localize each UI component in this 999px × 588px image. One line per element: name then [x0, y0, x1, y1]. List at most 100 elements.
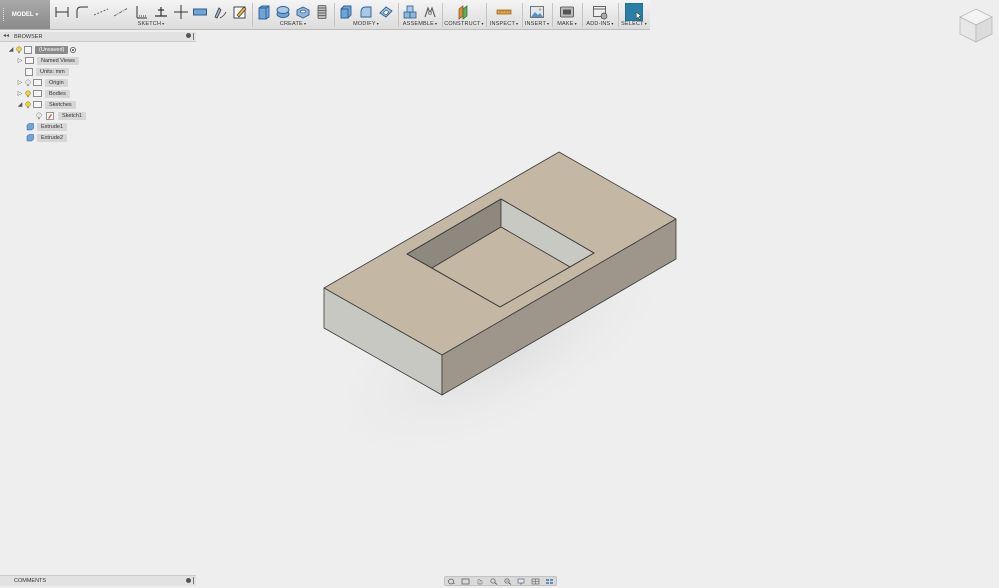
toolbar-separator [442, 3, 443, 27]
tree-item-label[interactable]: Units: mm [36, 67, 69, 76]
thread-icon[interactable] [314, 4, 330, 20]
arc-icon[interactable] [74, 4, 90, 20]
modify-menu[interactable]: MODIFY▾ [336, 21, 396, 27]
tree-item-label[interactable]: Sketches [45, 100, 76, 109]
folder-icon [33, 79, 42, 86]
tree-item-label[interactable]: Extrude2 [37, 133, 68, 142]
joint-icon[interactable] [422, 4, 438, 20]
extrude-feature-icon [26, 133, 34, 141]
timeline-extrude2[interactable]: Extrude2 [26, 133, 68, 142]
inspect-menu[interactable]: INSPECT▾ [488, 21, 520, 27]
sketch-text-icon[interactable] [212, 4, 228, 20]
tree-item-label[interactable]: Named Views [37, 56, 79, 65]
tree-item-sketches[interactable]: ◢ Sketches [16, 100, 76, 109]
construct-menu[interactable]: CONSTRUCT▾ [444, 21, 484, 27]
tree-item-sketch1[interactable]: Sketch1 [35, 111, 86, 120]
viewcube[interactable] [956, 5, 996, 45]
tree-item-label[interactable]: Sketch1 [58, 111, 86, 120]
select-icon[interactable] [625, 3, 643, 21]
fillet-icon[interactable] [358, 4, 374, 20]
centerline-icon[interactable] [113, 4, 129, 20]
assemble-group: ASSEMBLE▾ [400, 0, 440, 29]
insert-menu[interactable]: INSERT▾ [524, 21, 550, 27]
select-menu[interactable]: SELECT▾ [620, 21, 648, 27]
tree-item-label[interactable]: Extrude1 [37, 122, 68, 131]
navigation-bar [444, 576, 557, 586]
expand-triangle-icon[interactable]: ◢ [7, 46, 15, 53]
folder-icon [33, 101, 42, 108]
browser-title: BROWSER [14, 33, 43, 40]
expand-triangle-icon[interactable]: ▷ [16, 57, 24, 64]
offset-plane-icon[interactable] [456, 4, 472, 20]
line-icon[interactable] [54, 4, 70, 20]
press-pull-icon[interactable] [338, 4, 354, 20]
make-menu[interactable]: MAKE▾ [554, 21, 580, 27]
finish-sketch-icon[interactable] [232, 4, 248, 20]
root-label[interactable]: (Unsaved) [35, 45, 69, 54]
pin-icon[interactable] [186, 33, 191, 38]
look-at-icon[interactable] [461, 578, 470, 585]
lightbulb-icon[interactable] [24, 101, 32, 109]
comments-panel[interactable]: COMMENTS [0, 575, 196, 586]
zoom-icon[interactable] [489, 577, 498, 585]
toolbar-separator [252, 3, 253, 27]
orbit-icon[interactable] [447, 578, 456, 585]
lightbulb-icon[interactable] [15, 46, 23, 54]
sketch-menu[interactable]: SKETCH▾ [52, 21, 250, 27]
dimension-icon[interactable] [133, 4, 149, 20]
lightbulb-off-icon[interactable] [35, 112, 43, 120]
assemble-menu[interactable]: ASSEMBLE▾ [400, 21, 440, 27]
activate-radio-icon[interactable] [70, 46, 77, 53]
tree-item-label[interactable]: Bodies [45, 89, 70, 98]
create-group: CREATE▾ [254, 0, 332, 29]
new-component-icon[interactable] [402, 4, 418, 20]
construct-group: CONSTRUCT▾ [444, 0, 484, 29]
pin-icon[interactable] [186, 578, 191, 583]
add-ins-group: ADD-INS▾ [584, 0, 616, 29]
display-settings-icon[interactable] [517, 578, 526, 585]
create-menu[interactable]: CREATE▾ [254, 21, 332, 27]
construction-line-icon[interactable] [93, 4, 109, 20]
expand-triangle-icon[interactable]: ▷ [16, 90, 24, 97]
tree-item-named-views[interactable]: ▷ Named Views [16, 56, 79, 65]
panel-resize-handle[interactable] [193, 577, 194, 584]
panel-resize-handle[interactable] [193, 33, 194, 40]
collapse-panel-icon[interactable]: ◂◂ [3, 32, 9, 39]
workspace-switcher[interactable]: MODEL ▾ [0, 0, 50, 29]
expand-triangle-icon[interactable]: ▷ [16, 79, 24, 86]
measure-icon[interactable] [496, 4, 512, 20]
insert-image-icon[interactable] [529, 4, 545, 20]
scripts-addins-icon[interactable] [592, 4, 608, 20]
toolbar-grip[interactable] [3, 8, 6, 21]
rectangle-icon[interactable] [192, 4, 208, 20]
extrude-icon[interactable] [256, 4, 272, 20]
viewports-icon[interactable] [545, 578, 554, 585]
tree-item-label[interactable]: Origin [45, 78, 68, 87]
browser-header[interactable]: ◂◂ BROWSER [0, 32, 196, 42]
expand-triangle-icon[interactable]: ◢ [16, 101, 24, 108]
folder-icon [25, 57, 34, 64]
tree-item-units[interactable]: Units: mm [24, 67, 69, 76]
3d-print-icon[interactable] [559, 4, 575, 20]
tree-item-bodies[interactable]: ▷ Bodies [16, 89, 70, 98]
add-ins-menu[interactable]: ADD-INS▾ [584, 21, 616, 27]
shell-icon[interactable] [378, 4, 394, 20]
lightbulb-icon[interactable] [24, 90, 32, 98]
sketch-group: SKETCH▾ [52, 0, 250, 29]
tree-item-origin[interactable]: ▷ Origin [16, 78, 68, 87]
trim-icon[interactable] [153, 4, 169, 20]
3d-viewport[interactable] [197, 29, 999, 574]
point-icon[interactable] [173, 4, 189, 20]
grid-settings-icon[interactable] [531, 578, 540, 585]
toolbar-separator [582, 3, 583, 27]
tree-root[interactable]: ◢ (Unsaved) [7, 45, 77, 54]
fit-icon[interactable] [503, 577, 512, 585]
hole-icon[interactable] [295, 4, 311, 20]
pan-icon[interactable] [475, 578, 484, 585]
workspace-label: MODEL [11, 11, 34, 18]
extrude-feature-icon [26, 122, 34, 130]
revolve-icon[interactable] [275, 4, 291, 20]
toolbar-separator [398, 3, 399, 27]
lightbulb-off-icon[interactable] [24, 79, 32, 87]
timeline-extrude1[interactable]: Extrude1 [26, 122, 68, 131]
